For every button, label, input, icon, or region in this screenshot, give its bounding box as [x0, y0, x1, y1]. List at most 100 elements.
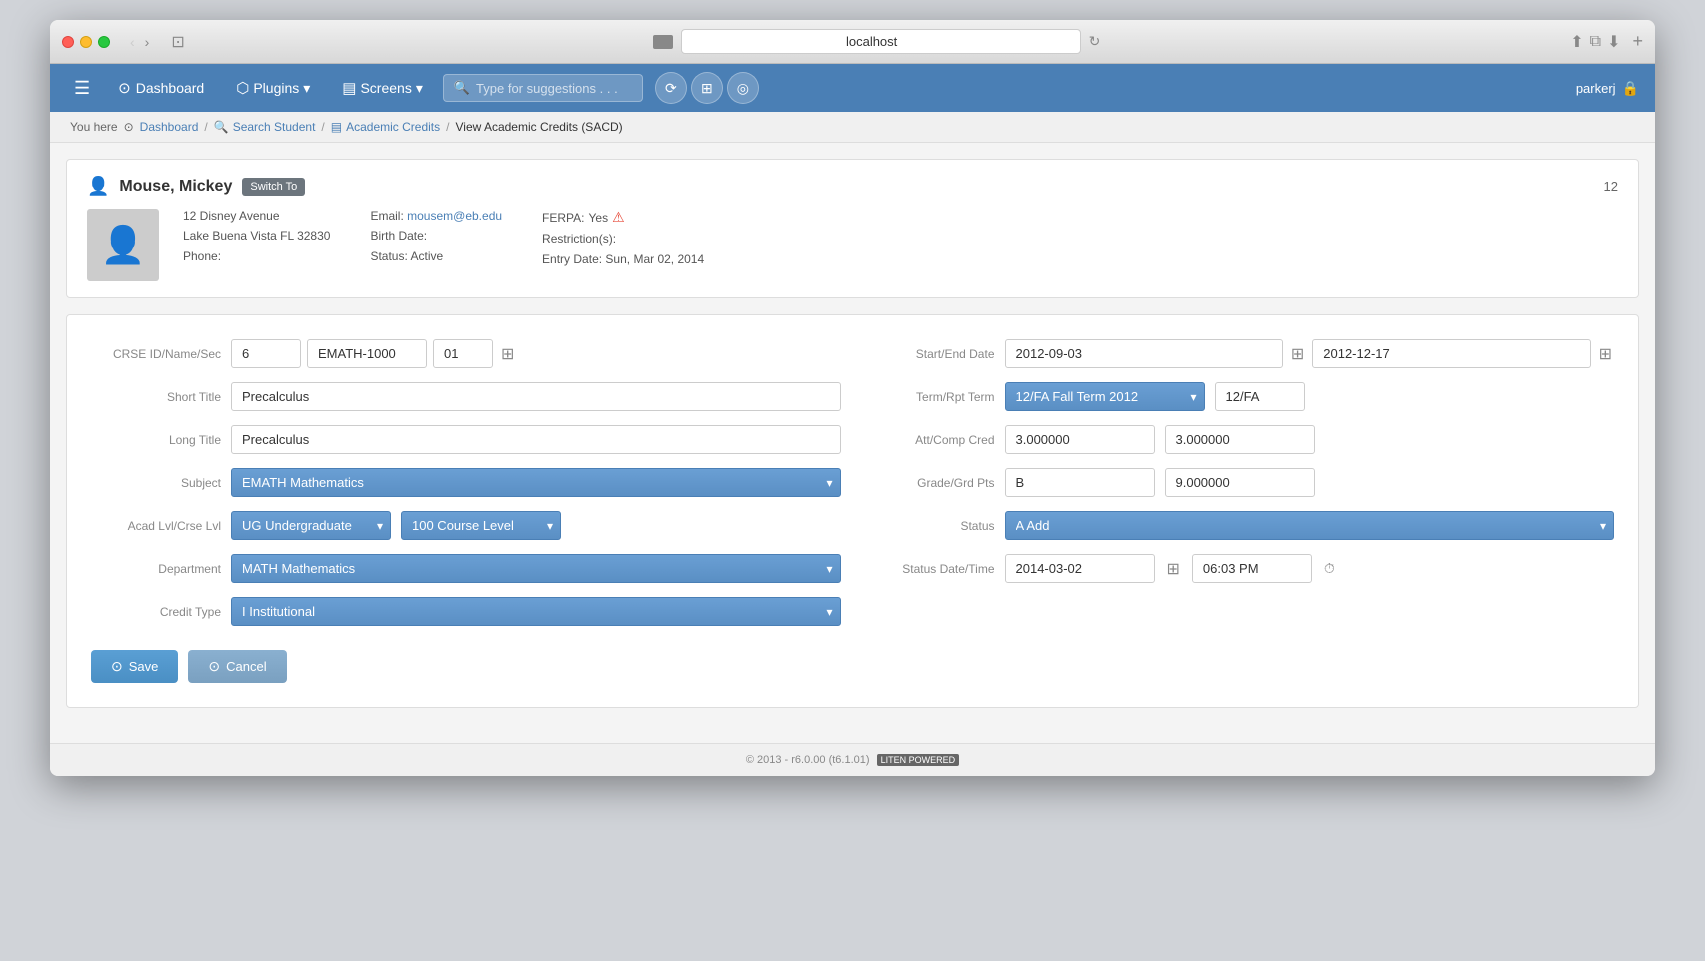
user-info: parkerj 🔒 [1576, 80, 1639, 97]
minimize-button[interactable] [80, 36, 92, 48]
plugins-dropdown-icon: ▾ [303, 80, 310, 97]
start-end-date-row: Start/End Date ⊞ ⊞ [865, 339, 1615, 368]
cancel-label: Cancel [226, 659, 266, 674]
long-title-label: Long Title [91, 433, 221, 447]
address2-row: Lake Buena Vista FL 32830 [183, 229, 330, 243]
credit-type-select[interactable]: I Institutional [231, 597, 841, 626]
grd-pts-input[interactable] [1165, 468, 1315, 497]
short-title-label: Short Title [91, 390, 221, 404]
crse-sec-input[interactable] [433, 339, 493, 368]
short-title-input[interactable] [231, 382, 841, 411]
back-button[interactable]: ‹ [126, 32, 139, 52]
screens-nav-item[interactable]: ▤ Screens ▾ [330, 73, 435, 103]
term-select[interactable]: 12/FA Fall Term 2012 [1005, 382, 1205, 411]
acad-lvl-label: Acad Lvl/Crse Lvl [91, 519, 221, 533]
student-info-cols: 12 Disney Avenue Lake Buena Vista FL 328… [183, 209, 1618, 281]
breadcrumb-dashboard-label: Dashboard [140, 120, 199, 134]
att-cred-input[interactable] [1005, 425, 1155, 454]
app-nav: ☰ ⊙ Dashboard ⬡ Plugins ▾ ▤ Screens ▾ 🔍 … [50, 64, 1655, 112]
forward-button[interactable]: › [141, 32, 154, 52]
plugins-nav-item[interactable]: ⬡ Plugins ▾ [224, 73, 322, 103]
status-date-calendar-icon[interactable]: ⊞ [1165, 557, 1182, 581]
title-bar: ‹ › ⊡ localhost ↻ ⬆ ⧉ ⬇ + [50, 20, 1655, 64]
email-value[interactable]: mousem@eb.edu [407, 209, 502, 223]
email-label: Email: [370, 209, 403, 223]
subject-select-wrapper: EMATH Mathematics [231, 468, 841, 497]
save-button[interactable]: ⊙ Save [91, 650, 178, 683]
traffic-lights [62, 36, 110, 48]
crse-inputs: ⊞ [231, 339, 841, 368]
credit-type-row: Credit Type I Institutional [91, 597, 841, 626]
close-button[interactable] [62, 36, 74, 48]
breadcrumb-academic-credits[interactable]: ▤ Academic Credits [331, 120, 440, 134]
birth-date-label: Birth Date: [370, 229, 427, 243]
reader-button[interactable]: ⊡ [165, 30, 190, 54]
address2-value: Lake Buena Vista FL 32830 [183, 229, 330, 243]
department-label: Department [91, 562, 221, 576]
department-row: Department MATH Mathematics [91, 554, 841, 583]
you-here-label: You here [70, 120, 118, 134]
crse-label: CRSE ID/Name/Sec [91, 347, 221, 361]
dashboard-icon: ⊙ [118, 79, 131, 97]
switch-to-button[interactable]: Switch To [242, 178, 305, 196]
subject-select[interactable]: EMATH Mathematics [231, 468, 841, 497]
download-button[interactable]: ⬇ [1607, 32, 1620, 52]
breadcrumb-search-student[interactable]: 🔍 Search Student [214, 120, 316, 134]
credit-type-select-wrapper: I Institutional [231, 597, 841, 626]
screens-nav-label: Screens [360, 80, 411, 96]
start-date-calendar-icon[interactable]: ⊞ [1289, 342, 1306, 366]
plugins-nav-label: Plugins [253, 80, 299, 96]
department-select[interactable]: MATH Mathematics [231, 554, 841, 583]
address1-value: 12 Disney Avenue [183, 209, 280, 223]
grade-input[interactable] [1005, 468, 1155, 497]
status-row: Status: Active [370, 249, 502, 263]
status-date-input[interactable] [1005, 554, 1155, 583]
crse-calendar-icon[interactable]: ⊞ [499, 339, 516, 368]
att-comp-cred-row: Att/Comp Cred [865, 425, 1615, 454]
form-right: Start/End Date ⊞ ⊞ Term/Rpt Term [865, 339, 1615, 626]
share-button[interactable]: ⬆ [1570, 32, 1583, 52]
crse-name-input[interactable] [307, 339, 427, 368]
phone-row: Phone: [183, 249, 330, 263]
save-icon: ⊙ [111, 658, 123, 675]
search-student-icon: 🔍 [214, 120, 229, 134]
cancel-button[interactable]: ⊙ Cancel [188, 650, 286, 683]
search-input[interactable] [476, 81, 632, 96]
ferpa-value: Yes [589, 211, 609, 225]
restrictions-row: Restriction(s): [542, 232, 704, 246]
dashboard-nav-label: Dashboard [136, 80, 205, 96]
nav-grid-icon[interactable]: ⊞ [691, 72, 723, 104]
rpt-term-input[interactable] [1215, 382, 1305, 411]
search-bar[interactable]: 🔍 [443, 74, 643, 102]
save-label: Save [129, 659, 159, 674]
status-time-input[interactable] [1192, 554, 1312, 583]
address-bar[interactable]: localhost [681, 29, 1081, 54]
grade-grd-pts-label: Grade/Grd Pts [865, 476, 995, 490]
dashboard-nav-item[interactable]: ⊙ Dashboard [106, 73, 216, 103]
comp-cred-input[interactable] [1165, 425, 1315, 454]
end-date-input[interactable] [1312, 339, 1590, 368]
form-status-row: Status A Add [865, 511, 1615, 540]
breadcrumb-dashboard[interactable]: Dashboard [140, 120, 199, 134]
form-card: CRSE ID/Name/Sec ⊞ Short Title [66, 314, 1639, 708]
hamburger-menu[interactable]: ☰ [66, 74, 98, 103]
action-bar: ⊙ Save ⊙ Cancel [91, 650, 1614, 683]
acad-lvl-select[interactable]: UG Undergraduate [231, 511, 391, 540]
crse-id-input[interactable] [231, 339, 301, 368]
end-date-calendar-icon[interactable]: ⊞ [1597, 342, 1614, 366]
breadcrumb-academic-credits-label: Academic Credits [346, 120, 440, 134]
new-window-button[interactable]: ⧉ [1590, 32, 1601, 52]
nav-circle-icon[interactable]: ◎ [727, 72, 759, 104]
window-actions: ⬆ ⧉ ⬇ [1570, 32, 1620, 52]
status-time-clock-icon[interactable]: ⏱ [1322, 558, 1337, 579]
screens-icon: ▤ [342, 79, 356, 97]
crse-lvl-select[interactable]: 100 Course Level [401, 511, 561, 540]
long-title-row: Long Title [91, 425, 841, 454]
start-date-input[interactable] [1005, 339, 1283, 368]
new-tab-button[interactable]: + [1632, 31, 1643, 52]
maximize-button[interactable] [98, 36, 110, 48]
form-status-select[interactable]: A Add [1005, 511, 1615, 540]
reload-button[interactable]: ↻ [1089, 33, 1101, 50]
nav-refresh-icon[interactable]: ⟳ [655, 72, 687, 104]
long-title-input[interactable] [231, 425, 841, 454]
